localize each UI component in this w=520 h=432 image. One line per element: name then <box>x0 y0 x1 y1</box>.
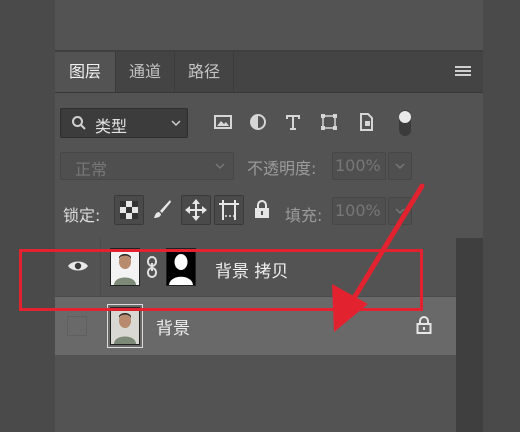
layers-scrollbar[interactable] <box>456 238 483 432</box>
tab-paths[interactable]: 路径 <box>175 52 233 92</box>
visibility-toggle-off[interactable] <box>67 316 87 336</box>
lock-position-button[interactable] <box>181 195 211 225</box>
blend-mode-value: 正常 <box>75 160 108 179</box>
lock-transparent-pixels-button[interactable] <box>114 195 144 225</box>
panel-tab-bar: 图层 通道 路径 <box>55 52 483 93</box>
red-arrow-annotation <box>332 183 425 332</box>
image-filter-icon[interactable] <box>213 112 233 132</box>
adjustment-filter-icon[interactable] <box>248 112 268 132</box>
right-gutter <box>483 0 520 432</box>
blend-mode-select[interactable]: 正常 <box>60 152 234 180</box>
opacity-value: 100% <box>335 156 381 175</box>
shape-filter-icon[interactable] <box>319 112 339 132</box>
chevron-down-icon <box>215 163 225 170</box>
tab-channels[interactable]: 通道 <box>116 52 174 92</box>
text-filter-icon[interactable] <box>283 112 303 132</box>
lock-transparent-pixels-icon <box>120 201 138 219</box>
tab-divider <box>233 52 234 92</box>
lock-all-icon[interactable] <box>254 200 270 218</box>
portrait-thumbnail-image <box>111 308 139 344</box>
left-gutter <box>0 0 55 432</box>
opacity-label: 不透明度: <box>247 159 317 178</box>
layer-thumbnail[interactable] <box>107 304 143 348</box>
tab-layers[interactable]: 图层 <box>55 52 115 92</box>
upper-panel-area <box>55 0 483 52</box>
chevron-down-icon <box>395 163 405 170</box>
lock-artboard-button[interactable] <box>214 195 244 225</box>
layer-filter-select[interactable]: 类型 <box>60 108 188 138</box>
layers-empty-area <box>55 356 456 432</box>
search-icon <box>72 116 86 130</box>
layer-name[interactable]: 背景 <box>156 314 190 339</box>
lock-label: 锁定: <box>63 206 101 225</box>
filter-type-label: 类型 <box>95 117 128 136</box>
opacity-input[interactable]: 100% <box>332 152 386 180</box>
lock-artboard-icon <box>219 200 239 220</box>
chevron-down-icon <box>171 120 181 127</box>
panel-menu-icon[interactable] <box>455 66 471 78</box>
opacity-dropdown[interactable] <box>388 152 412 180</box>
lock-image-pixels-icon[interactable] <box>151 198 173 220</box>
lock-position-icon <box>185 199 207 221</box>
smart-object-filter-icon[interactable] <box>356 112 376 132</box>
filter-toggle-icon[interactable] <box>398 109 412 137</box>
